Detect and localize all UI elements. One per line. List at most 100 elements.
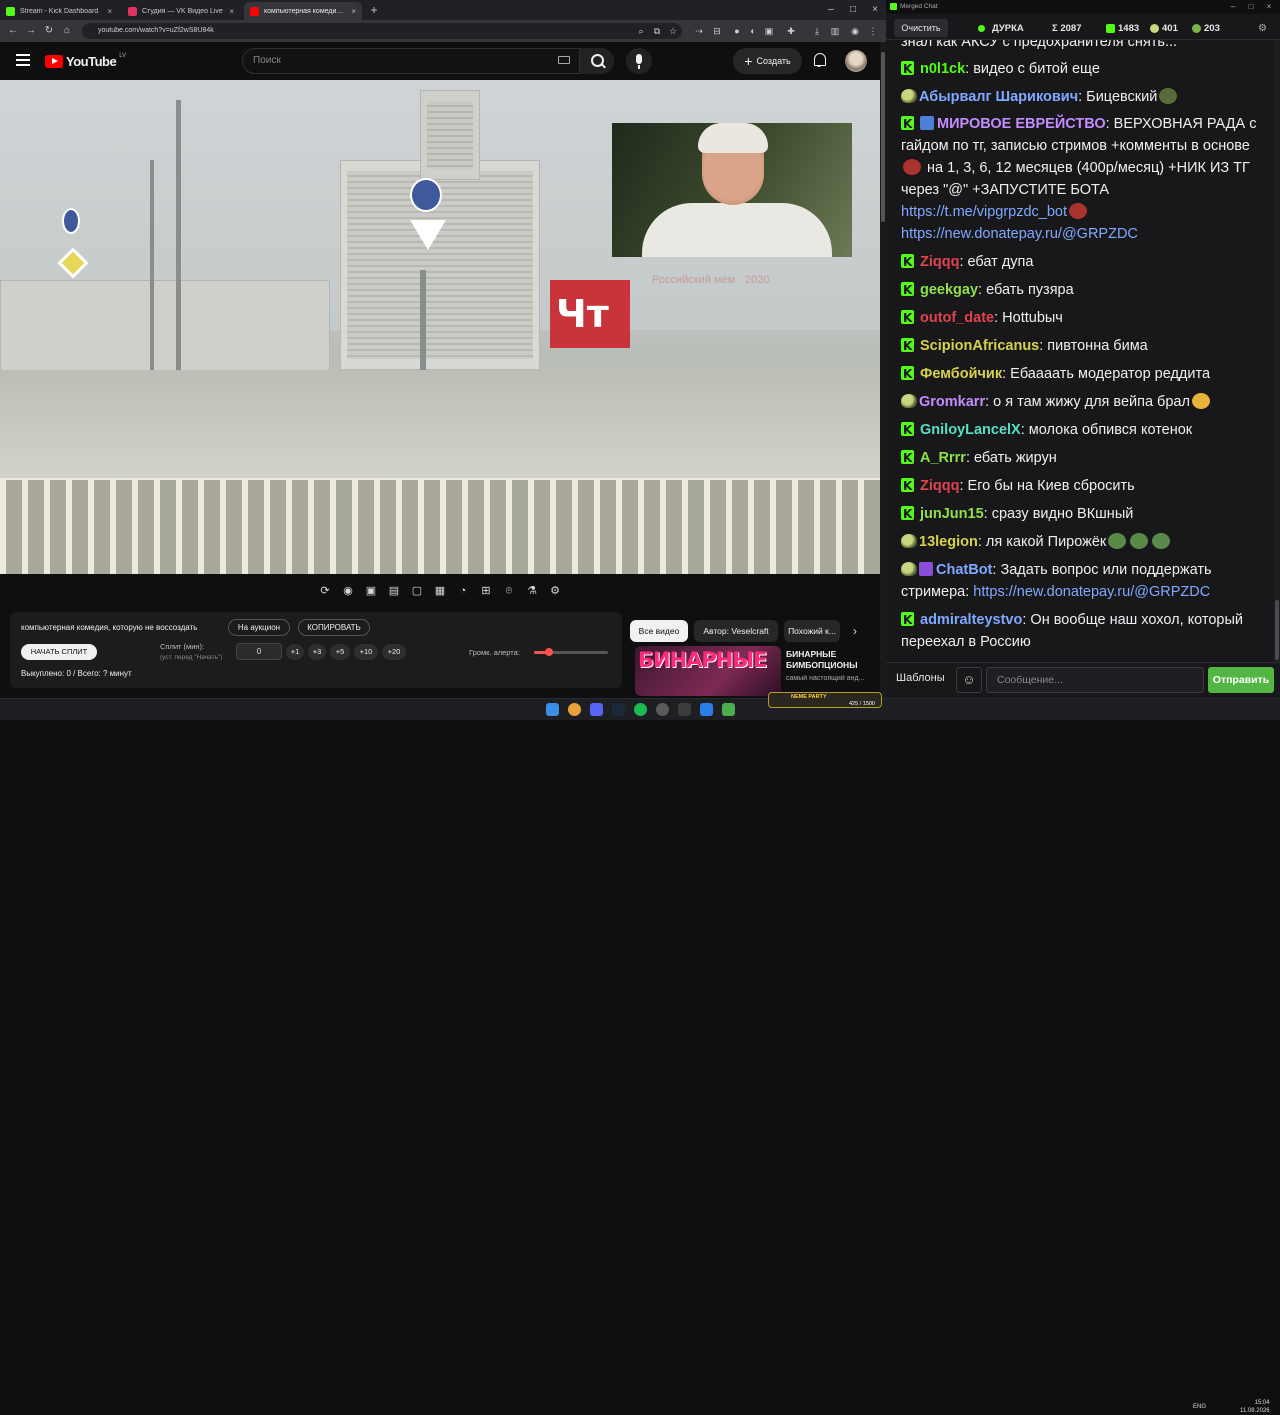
forward-icon[interactable]: →: [22, 22, 40, 40]
close-window-icon[interactable]: ×: [864, 0, 886, 20]
split-plus-10-button[interactable]: +10: [354, 644, 378, 660]
chip-author[interactable]: Автор: Veselcraft: [694, 620, 778, 642]
chat-username[interactable]: Ziqqq: [920, 254, 959, 270]
windows-start-icon[interactable]: [546, 703, 559, 716]
new-tab-icon[interactable]: +: [366, 2, 382, 18]
chrome-icon[interactable]: [568, 703, 581, 716]
app-icon[interactable]: [678, 703, 691, 716]
chat-username[interactable]: Абырвалг Шарикович: [919, 89, 1078, 105]
menu-dots-icon[interactable]: ⋮: [866, 24, 880, 38]
profile-icon[interactable]: ◉: [848, 24, 862, 38]
search-input[interactable]: Поиск: [242, 48, 580, 74]
chip-all-videos[interactable]: Все видео: [630, 620, 688, 642]
input-language[interactable]: ENG: [1193, 1404, 1206, 1410]
chat-username[interactable]: A_Rrrr: [920, 450, 966, 466]
chat-username[interactable]: ScipionAfricanus: [920, 338, 1039, 354]
tab-vk-studio[interactable]: Студия — VK Видео Live ×: [122, 2, 240, 20]
loop-icon[interactable]: ⟳: [316, 582, 334, 600]
zoom-icon[interactable]: ⌕: [634, 24, 648, 38]
alert-volume-slider[interactable]: [534, 648, 608, 656]
steam-icon[interactable]: [612, 703, 625, 716]
chat-username[interactable]: geekgay: [920, 282, 978, 298]
copy-button[interactable]: КОПИРОВАТЬ: [298, 619, 370, 636]
extension-icon[interactable]: ▣: [762, 24, 776, 38]
tab-kick-dashboard[interactable]: Stream - Kick Dashboard ×: [0, 2, 118, 20]
maximize-icon[interactable]: □: [1242, 0, 1260, 14]
chat-username[interactable]: Gromkarr: [919, 394, 985, 410]
app-icon[interactable]: [656, 703, 669, 716]
youtube-logo[interactable]: YouTube LV: [45, 53, 126, 69]
related-video-title[interactable]: БИНАРНЫЕ БИМБОПЦИОНЫ: [786, 649, 878, 671]
tab-close-icon[interactable]: ×: [229, 7, 234, 16]
camera-icon[interactable]: ⌾: [500, 582, 518, 600]
app-icon[interactable]: [700, 703, 713, 716]
chat-username[interactable]: GniloyLancelX: [920, 422, 1021, 438]
tab-youtube-video[interactable]: компьютерная комедия, котор... ×: [244, 2, 362, 20]
message-link[interactable]: https://new.donatepay.ru/@GRPZDC: [973, 584, 1210, 600]
film-icon[interactable]: ▦: [431, 582, 449, 600]
split-plus-20-button[interactable]: +20: [382, 644, 406, 660]
send-button[interactable]: Отправить: [1208, 667, 1274, 693]
back-icon[interactable]: ←: [4, 22, 22, 40]
eye-box-icon[interactable]: ▣: [362, 582, 380, 600]
gear-icon[interactable]: ⚙: [1258, 23, 1267, 34]
download-icon[interactable]: ⤓: [810, 24, 824, 38]
minimize-icon[interactable]: –: [1224, 0, 1242, 14]
split-minutes-input[interactable]: 0: [236, 643, 282, 660]
home-icon[interactable]: ⌂: [58, 22, 76, 40]
puzzle-icon[interactable]: ✚: [784, 24, 798, 38]
frame-icon[interactable]: ▢: [408, 582, 426, 600]
split-plus-5-button[interactable]: +5: [330, 644, 350, 660]
chevron-right-icon[interactable]: ›: [846, 621, 864, 641]
start-split-button[interactable]: НАЧАТЬ СПЛИТ: [21, 644, 97, 660]
clear-button[interactable]: Очистить: [894, 19, 948, 37]
discord-icon[interactable]: [590, 703, 603, 716]
clock[interactable]: 15:04 11.08.2026: [1240, 1399, 1270, 1415]
flask-icon[interactable]: ⚗: [523, 582, 541, 600]
chat-username[interactable]: n0l1ck: [920, 61, 965, 77]
now-playing-widget[interactable]: NEME PARTY 425 / 1500: [768, 692, 882, 708]
minimize-icon[interactable]: –: [820, 0, 842, 20]
chat-message-list[interactable]: знал как АКСУ с предохранителя снять... …: [886, 40, 1274, 662]
extension-icon[interactable]: ●: [730, 24, 744, 38]
spotify-icon[interactable]: [634, 703, 647, 716]
chat-username[interactable]: admiralteystvo: [920, 612, 1022, 628]
chat-username[interactable]: outof_date: [920, 310, 994, 326]
related-video-thumbnail[interactable]: БИНАРНЫЕ: [635, 646, 781, 696]
message-link[interactable]: https://t.me/vipgrpzdc_bot: [901, 204, 1067, 220]
app-icon[interactable]: [722, 703, 735, 716]
extension-icon[interactable]: ⇢: [692, 24, 706, 38]
maximize-icon[interactable]: □: [842, 0, 864, 20]
split-plus-1-button[interactable]: +1: [286, 644, 304, 660]
chip-similar[interactable]: Похожий к...: [784, 620, 840, 642]
keyboard-icon[interactable]: [558, 56, 570, 64]
close-window-icon[interactable]: ×: [1260, 0, 1278, 14]
chat-username[interactable]: МИРОВОЕ ЕВРЕЙСТВО: [937, 116, 1106, 132]
auction-button[interactable]: На аукцион: [228, 619, 290, 636]
chat-username[interactable]: 13legion: [919, 534, 978, 550]
message-link[interactable]: https://new.donatepay.ru/@GRPZDC: [901, 226, 1138, 242]
chat-username[interactable]: Фембойчик: [920, 366, 1002, 382]
create-button[interactable]: + Создать: [733, 48, 802, 74]
add-box-icon[interactable]: ⊞: [477, 582, 495, 600]
gear-icon[interactable]: ⚙: [546, 582, 564, 600]
extension-icon[interactable]: ◐: [746, 24, 760, 38]
video-player[interactable]: Чт Российский мем · 2020: [0, 80, 880, 574]
menu-icon[interactable]: [16, 54, 30, 66]
emoji-icon[interactable]: ☺: [956, 667, 982, 693]
search-button[interactable]: [580, 48, 614, 74]
chat-scrollbar[interactable]: [1274, 40, 1280, 662]
bookmark-star-icon[interactable]: ☆: [666, 24, 680, 38]
slider-handle[interactable]: [544, 648, 553, 656]
extension-icon[interactable]: ⊟: [710, 24, 724, 38]
chat-username[interactable]: junJun15: [920, 506, 984, 522]
tab-close-icon[interactable]: ×: [351, 7, 356, 16]
clapper-icon[interactable]: ▤: [385, 582, 403, 600]
split-plus-3-button[interactable]: +3: [308, 644, 326, 660]
broadcast-icon[interactable]: ◉: [339, 582, 357, 600]
microphone-icon[interactable]: [626, 48, 652, 74]
translate-icon[interactable]: ⧉: [650, 24, 664, 38]
templates-button[interactable]: Шаблоны: [896, 672, 945, 684]
sidebar-icon[interactable]: ▥: [828, 24, 842, 38]
avatar[interactable]: [845, 50, 867, 72]
